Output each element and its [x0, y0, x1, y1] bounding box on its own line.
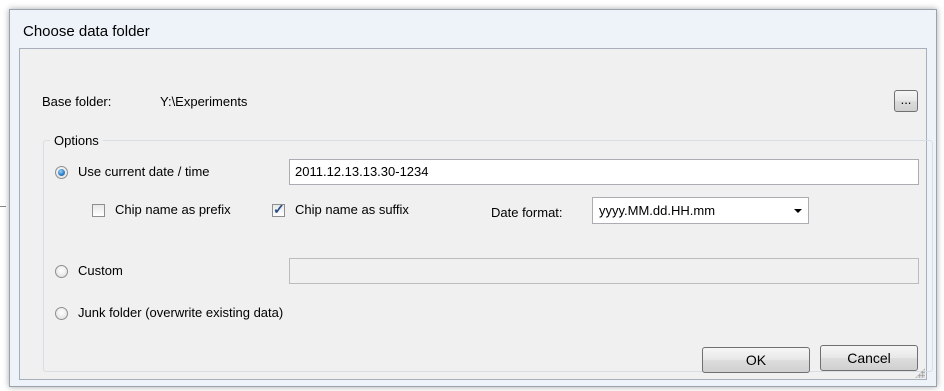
chevron-down-icon[interactable] — [794, 209, 802, 213]
browse-button[interactable]: ... — [894, 90, 918, 112]
dialog-client-area: Base folder: Y:\Experiments ... Options … — [19, 48, 933, 380]
options-group-title: Options — [50, 133, 103, 148]
chip-prefix-label[interactable]: Chip name as prefix — [115, 202, 231, 217]
junk-folder-radio[interactable] — [55, 307, 68, 320]
choose-data-folder-dialog: Choose data folder Base folder: Y:\Exper… — [9, 9, 937, 387]
date-format-value: yyyy.MM.dd.HH.mm — [599, 203, 716, 218]
chip-prefix-checkbox[interactable] — [92, 204, 105, 217]
title-bar[interactable]: Choose data folder — [10, 10, 936, 48]
custom-folder-field[interactable] — [289, 258, 919, 284]
cancel-button[interactable]: Cancel — [820, 345, 918, 371]
custom-radio[interactable] — [55, 265, 68, 278]
ok-button[interactable]: OK — [702, 347, 810, 373]
date-format-label: Date format: — [491, 205, 563, 220]
check-icon: ✓ — [273, 201, 285, 217]
dialog-title: Choose data folder — [23, 23, 150, 40]
date-format-select[interactable]: yyyy.MM.dd.HH.mm — [592, 197, 809, 224]
background-line — [0, 206, 6, 207]
chip-suffix-checkbox[interactable]: ✓ — [272, 201, 285, 217]
radio-selected-dot — [58, 169, 65, 176]
junk-folder-label[interactable]: Junk folder (overwrite existing data) — [78, 305, 283, 320]
use-current-date-radio[interactable] — [55, 166, 68, 179]
use-current-date-label[interactable]: Use current date / time — [78, 164, 210, 179]
base-folder-value: Y:\Experiments — [160, 94, 248, 109]
custom-label[interactable]: Custom — [78, 263, 123, 278]
chip-suffix-label[interactable]: Chip name as suffix — [295, 202, 409, 217]
base-folder-label: Base folder: — [42, 94, 112, 109]
current-date-field[interactable]: 2011.12.13.13.30-1234 — [289, 159, 919, 185]
